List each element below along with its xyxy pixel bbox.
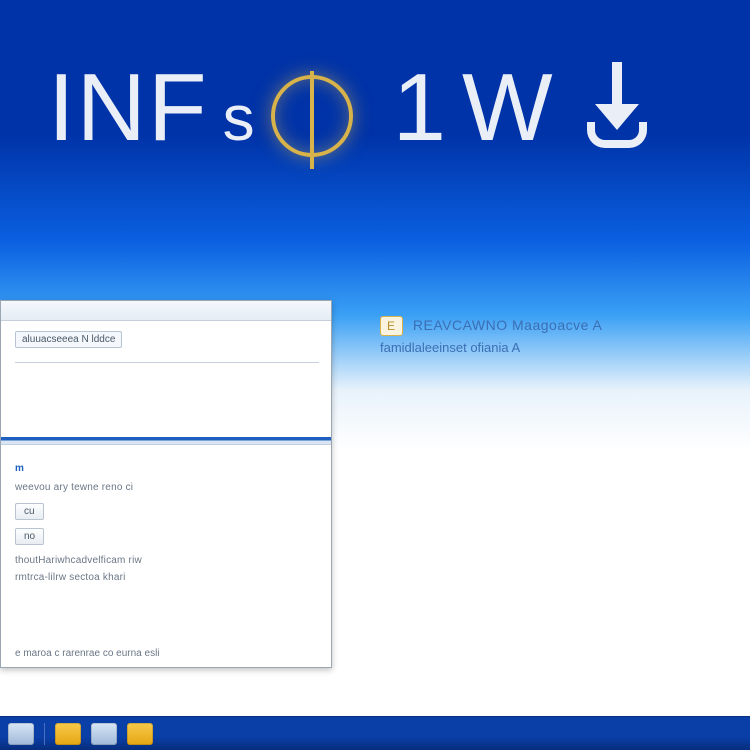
- brand-segment-b: s: [223, 81, 257, 155]
- dialog-separator: [1, 437, 331, 445]
- info-badge: E: [380, 316, 403, 336]
- brand-segment-a: INF: [48, 53, 209, 163]
- brand-segment-c: 1: [393, 53, 448, 163]
- dialog-titlebar[interactable]: [1, 301, 331, 321]
- system-dialog: aluuacseeea N lddce m weevou ary tewne r…: [0, 300, 332, 668]
- download-icon: [587, 62, 647, 154]
- taskbar-start-icon[interactable]: [8, 723, 34, 745]
- dialog-section-label: m: [15, 463, 319, 474]
- dialog-option-a[interactable]: cu: [15, 503, 44, 520]
- dialog-row: weevou ary tewne reno ci: [15, 482, 319, 493]
- dialog-row: thoutHariwhcadvelficam riw: [15, 555, 319, 566]
- brand-segment-d: W: [462, 53, 555, 163]
- hero-brand: INF s 1 W: [0, 28, 750, 188]
- dialog-header-chip: aluuacseeea N lddce: [15, 331, 122, 348]
- info-line-2: famidlaleeinset ofiania A: [380, 340, 710, 355]
- taskbar: [0, 716, 750, 750]
- dialog-footer-text: e maroa c rarenrae co eurna esli: [15, 648, 319, 659]
- desktop-backdrop: INF s 1 W aluuacseeea N lddce m weevou a…: [0, 0, 750, 750]
- taskbar-app-icon[interactable]: [91, 723, 117, 745]
- info-block: E REAVCAWNO Maagoacve A famidlaleeinset …: [380, 316, 710, 355]
- ring-glyph-icon: [271, 75, 353, 157]
- taskbar-app-icon[interactable]: [127, 723, 153, 745]
- taskbar-files-icon[interactable]: [55, 723, 81, 745]
- dialog-option-b[interactable]: no: [15, 528, 44, 545]
- dialog-row: rmtrca-lilrw sectoa khari: [15, 572, 319, 583]
- info-line-1: REAVCAWNO Maagoacve A: [413, 317, 602, 333]
